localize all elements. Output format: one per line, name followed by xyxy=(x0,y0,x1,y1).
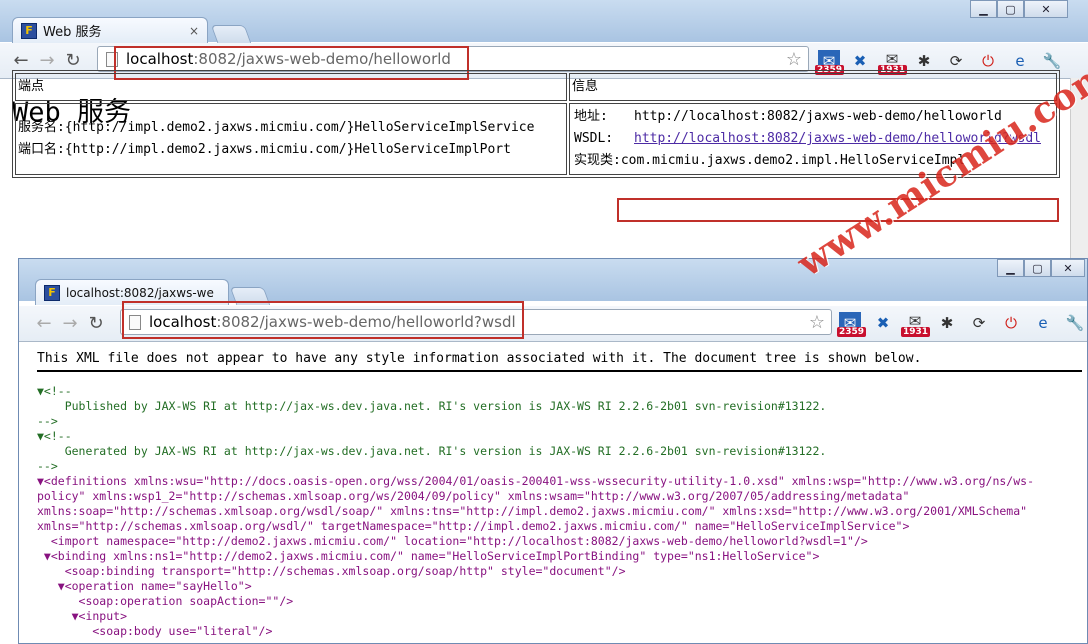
window-controls: ▁ ▢ ✕ xyxy=(970,0,1068,18)
jaxws-favicon-icon: F xyxy=(21,22,37,39)
forward-icon-2[interactable]: → xyxy=(57,311,83,337)
address-label: 地址: xyxy=(574,109,608,124)
extension-ie-icon-2[interactable]: e xyxy=(1032,312,1054,334)
endpoint-cell: 服务名:{http://impl.demo2.jaxws.micmiu.com/… xyxy=(15,103,567,175)
xml-line: --> xyxy=(37,414,58,428)
xml-line[interactable]: ▼<input> xyxy=(37,609,1069,624)
browser-window-wsdl: F localhost:8082/jaxws-we ▁ ▢ ✕ ← → ↻ lo… xyxy=(18,258,1088,644)
xml-line: xmlns:soap="http://schemas.xmlsoap.org/w… xyxy=(37,504,1028,518)
reload-icon-2[interactable]: ↻ xyxy=(83,311,109,337)
header-info: 信息 xyxy=(569,73,1057,101)
extension-badge-3: 2359 xyxy=(837,327,867,337)
url-path-2: :8082/jaxws-web-demo/helloworld?wsdl xyxy=(216,313,516,331)
xml-line[interactable]: ▼<definitions xmlns:wsu="http://docs.oas… xyxy=(37,474,1069,489)
xml-line: xmlns="http://schemas.xmlsoap.org/wsdl/"… xyxy=(37,519,910,533)
maximize-icon[interactable]: ▢ xyxy=(997,0,1024,18)
extension-sync-icon[interactable]: ⟳ xyxy=(945,50,967,72)
bookmark-star-icon[interactable]: ☆ xyxy=(786,49,802,70)
xml-tree: ▼<!-- Published by JAX-WS RI at http://j… xyxy=(37,384,1069,639)
service-name-value: {http://impl.demo2.jaxws.micmiu.com/}Hel… xyxy=(64,120,535,135)
address-bar[interactable]: localhost:8082/jaxws-web-demo/helloworld… xyxy=(97,46,809,72)
url-host: localhost xyxy=(126,50,194,68)
tab-web-service[interactable]: F Web 服务 × xyxy=(12,17,208,43)
header-endpoint: 端点 xyxy=(15,73,567,101)
xml-line[interactable]: ▼<!-- xyxy=(37,384,1069,399)
bookmark-star-icon-2[interactable]: ☆ xyxy=(809,312,825,333)
extension-stop-icon-2[interactable]: ⏻ xyxy=(1000,312,1022,334)
url-host-2: localhost xyxy=(149,313,217,331)
extension-sync-icon-2[interactable]: ⟳ xyxy=(968,312,990,334)
xml-line: --> xyxy=(37,459,58,473)
new-tab-button[interactable] xyxy=(210,25,252,43)
close-icon-2[interactable]: ✕ xyxy=(1051,259,1085,277)
wrench-icon[interactable]: 🔧 xyxy=(1041,50,1063,72)
address-bar-2[interactable]: localhost:8082/jaxws-web-demo/helloworld… xyxy=(120,309,832,335)
xml-line: Generated by JAX-WS RI at http://jax-ws.… xyxy=(37,444,827,458)
xml-viewer: This XML file does not appear to have an… xyxy=(19,345,1087,643)
new-tab-button-2[interactable] xyxy=(229,287,271,305)
wsdl-label: WSDL: xyxy=(574,131,614,146)
page-icon-2 xyxy=(129,314,141,330)
jaxws-favicon-icon-2: F xyxy=(44,284,60,301)
extension-x-icon-2[interactable]: ✖ xyxy=(872,312,894,334)
back-icon-2[interactable]: ← xyxy=(31,311,57,337)
close-icon[interactable]: ✕ xyxy=(1024,0,1068,18)
extension-bug-icon[interactable]: ✱ xyxy=(913,50,935,72)
address-value: http://localhost:8082/jaxws-web-demo/hel… xyxy=(634,109,1002,124)
tab-title: Web 服务 xyxy=(43,25,102,40)
port-name-value: {http://impl.demo2.jaxws.micmiu.com/}Hel… xyxy=(64,142,511,157)
xml-line[interactable]: ▼<operation name="sayHello"> xyxy=(37,579,1069,594)
page-icon xyxy=(106,51,118,67)
xml-notice: This XML file does not appear to have an… xyxy=(37,351,1082,372)
extension-ie-icon[interactable]: e xyxy=(1009,50,1031,72)
port-name-label: 端口名: xyxy=(18,142,65,157)
minimize-icon[interactable]: ▁ xyxy=(970,0,997,18)
service-name-label: 服务名: xyxy=(18,120,65,135)
impl-label: 实现类: xyxy=(574,153,621,168)
xml-line: <soap:binding transport="http://schemas.… xyxy=(37,564,626,578)
impl-value: com.micmiu.jaxws.demo2.impl.HelloService… xyxy=(620,153,966,168)
endpoint-table: 端点 信息 服务名:{http://impl.demo2.jaxws.micmi… xyxy=(12,70,1060,178)
window-controls-2: ▁ ▢ ✕ xyxy=(997,259,1085,277)
xml-line: <soap:body use="literal"/> xyxy=(37,624,273,638)
tab-wsdl[interactable]: F localhost:8082/jaxws-we xyxy=(35,279,229,305)
tab-close-icon[interactable]: × xyxy=(189,24,199,38)
extension-badge-4: 1931 xyxy=(901,327,931,337)
xml-line: <soap:operation soapAction=""/> xyxy=(37,594,294,608)
minimize-icon-2[interactable]: ▁ xyxy=(997,259,1024,277)
wrench-icon-2[interactable]: 🔧 xyxy=(1064,312,1086,334)
extension-bug-icon-2[interactable]: ✱ xyxy=(936,312,958,334)
tab-title-2: localhost:8082/jaxws-we xyxy=(66,285,214,300)
xml-line: policy" xmlns:wsp1_2="http://schemas.xml… xyxy=(37,489,910,503)
extension-stop-icon[interactable]: ⏻ xyxy=(977,50,999,72)
extension-x-icon[interactable]: ✖ xyxy=(849,50,871,72)
url-path: :8082/jaxws-web-demo/helloworld xyxy=(193,50,451,68)
xml-line[interactable]: ▼<!-- xyxy=(37,429,1069,444)
xml-line: Published by JAX-WS RI at http://jax-ws.… xyxy=(37,399,827,413)
xml-line: <import namespace="http://demo2.jaxws.mi… xyxy=(37,534,868,548)
xml-line[interactable]: ▼<binding xmlns:ns1="http://demo2.jaxws.… xyxy=(37,549,1069,564)
maximize-icon-2[interactable]: ▢ xyxy=(1024,259,1051,277)
